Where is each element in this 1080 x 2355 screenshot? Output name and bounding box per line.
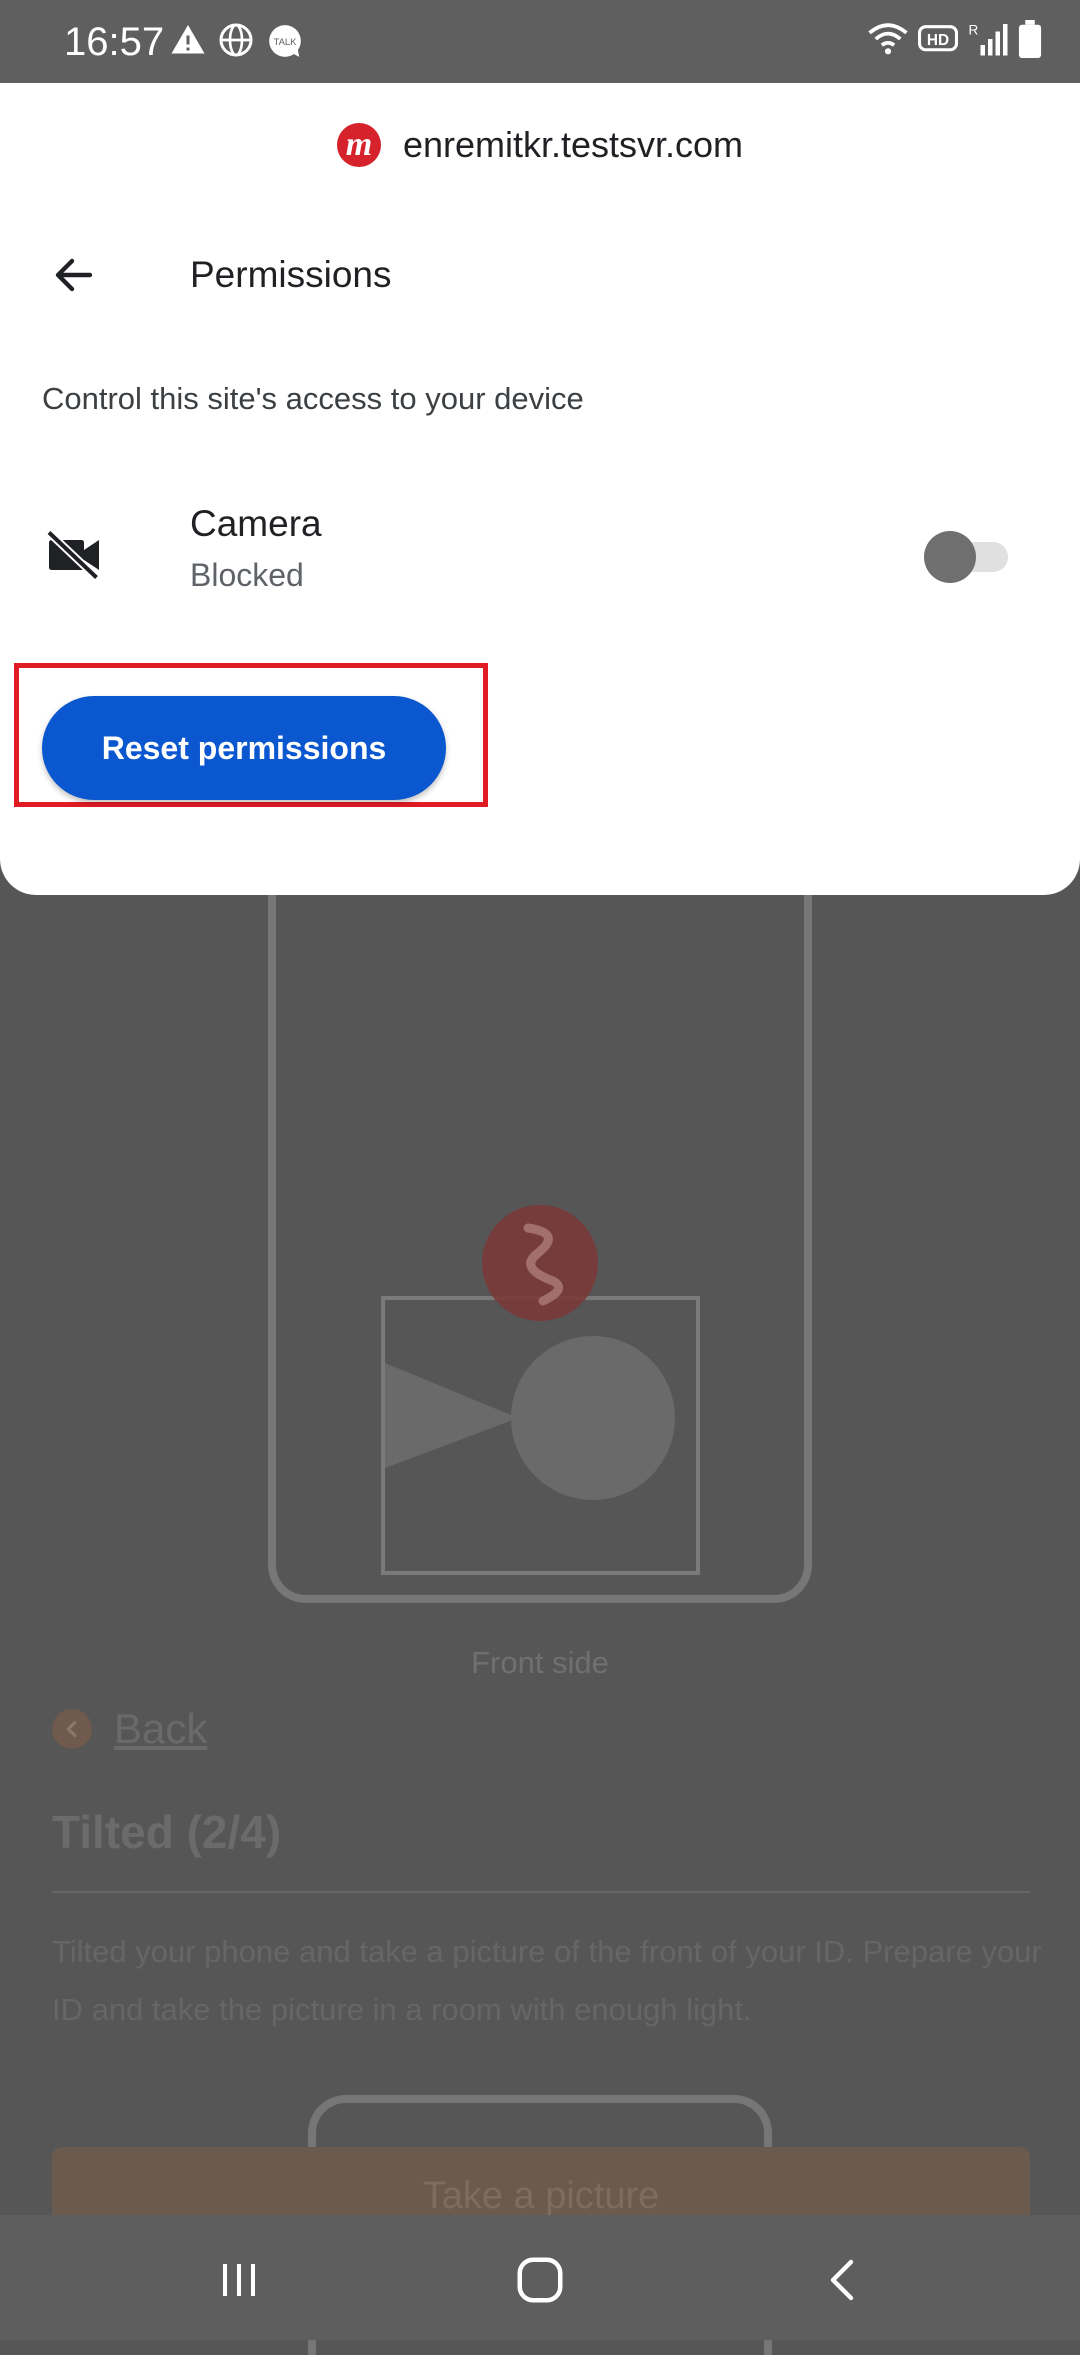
reset-permissions-button[interactable]: Reset permissions [42, 696, 446, 800]
warning-icon [171, 25, 205, 54]
camera-label: Camera [190, 503, 322, 544]
permissions-sheet: m enremitkr.testsvr.com Permissions Cont… [0, 83, 1080, 895]
navigation-bar [0, 2215, 1080, 2340]
signal-icon: R [969, 23, 1008, 56]
toggle-thumb [924, 531, 976, 583]
home-icon[interactable] [505, 2245, 575, 2315]
site-logo-icon: m [336, 123, 381, 167]
front-side-caption: Front side [471, 1645, 609, 1680]
sheet-subtitle: Control this site's access to your devic… [42, 381, 584, 416]
status-time: 16:57 [64, 20, 165, 64]
site-header: m enremitkr.testsvr.com [0, 123, 1080, 167]
wifi-icon [868, 23, 908, 55]
status-bar: 16:57 TALK HD R [0, 0, 1080, 83]
back-link-label: Back [114, 1705, 208, 1752]
chevron-left-icon [52, 1709, 92, 1749]
hd-voice-icon: HD [918, 25, 958, 52]
battery-icon [1018, 20, 1042, 58]
talk-icon: TALK [269, 25, 301, 57]
svg-text:TALK: TALK [273, 37, 297, 48]
camera-status: Blocked [190, 557, 304, 593]
id-card-illustration [381, 1205, 700, 1575]
status-left-icons: TALK [170, 22, 304, 60]
sheet-title: Permissions [190, 254, 392, 295]
step-title: Tilted (2/4) [52, 1806, 282, 1858]
status-right-icons: HD R [868, 20, 1042, 58]
svg-text:R: R [969, 23, 979, 38]
site-domain: enremitkr.testsvr.com [402, 124, 744, 165]
camera-off-icon [46, 529, 100, 581]
step-description: Tilted your phone and take a picture of … [52, 1934, 1042, 2027]
arrow-left-icon[interactable] [46, 247, 102, 303]
globe-icon [219, 23, 253, 57]
camera-toggle[interactable] [924, 531, 1010, 583]
divider [52, 1891, 1030, 1893]
svg-text:HD: HD [927, 32, 949, 49]
back-link[interactable]: Back [52, 1705, 207, 1753]
recents-icon[interactable] [204, 2245, 274, 2315]
camera-permission-row[interactable]: Camera Blocked [0, 503, 1080, 653]
back-icon[interactable] [808, 2245, 878, 2315]
